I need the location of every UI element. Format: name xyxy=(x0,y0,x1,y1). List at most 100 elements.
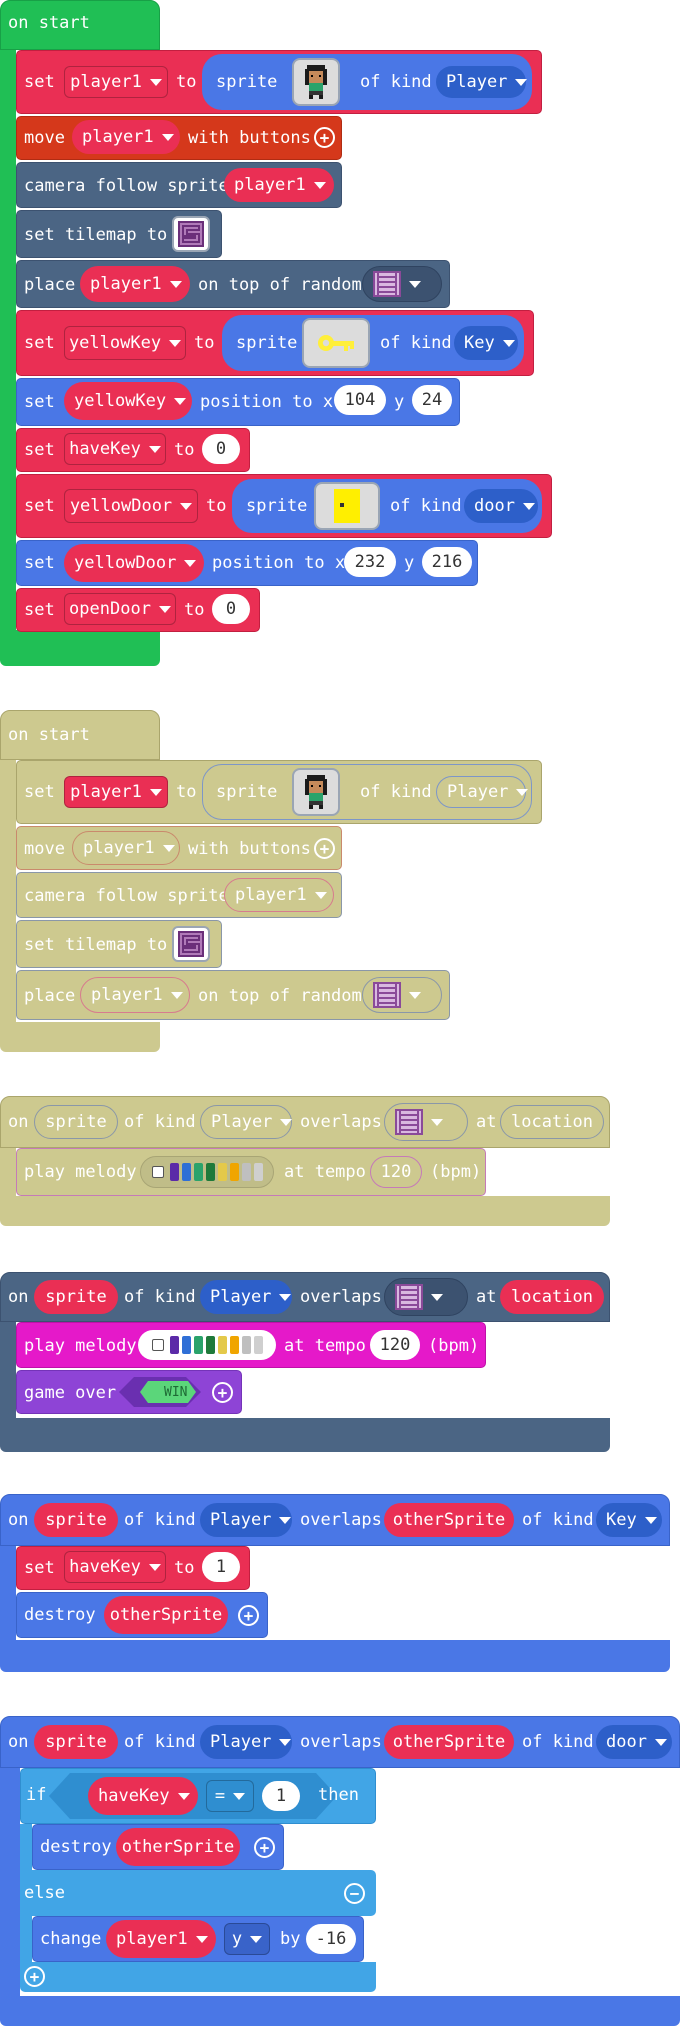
add-icon[interactable]: + xyxy=(314,127,335,148)
tempo-input[interactable]: 120 xyxy=(370,1156,422,1188)
player-kind-label: Player xyxy=(211,1112,273,1132)
else-row[interactable] xyxy=(20,1870,376,1916)
kind-key-dropdown[interactable]: Key xyxy=(454,326,518,360)
tilemap-image[interactable] xyxy=(172,216,210,252)
player1-variable-dropdown[interactable]: player1 xyxy=(72,120,180,154)
melody-editor[interactable] xyxy=(140,1156,274,1188)
door-sprite-image[interactable] xyxy=(314,482,380,530)
kind-player-dropdown[interactable]: Player xyxy=(200,1105,293,1139)
add-icon[interactable]: + xyxy=(314,838,335,859)
chevron-down-icon xyxy=(170,991,183,999)
add-icon[interactable]: + xyxy=(212,1382,233,1403)
delta-input[interactable]: -16 xyxy=(306,1924,356,1954)
position-to-x-label: position to x xyxy=(212,553,346,573)
key-sprite-image[interactable] xyxy=(302,318,370,368)
location-param-pill[interactable]: location xyxy=(500,1105,604,1139)
sprite-param-pill[interactable]: sprite xyxy=(34,1280,118,1314)
sprite-label: sprite xyxy=(216,72,278,92)
player1-variable-dropdown[interactable]: player1 xyxy=(64,66,168,98)
tempo-input[interactable]: 120 xyxy=(370,1330,420,1360)
player1-label: player1 xyxy=(90,274,162,294)
place-label: place xyxy=(24,275,76,295)
chevron-down-icon xyxy=(174,397,187,405)
melody-note xyxy=(229,1163,239,1181)
othersprite-param-pill[interactable]: otherSprite xyxy=(384,1725,514,1759)
player1-variable-dropdown[interactable]: player1 xyxy=(106,1920,216,1958)
player1-label: player1 xyxy=(70,72,142,92)
othersprite-param-pill[interactable]: otherSprite xyxy=(384,1503,514,1537)
tile-dropdown[interactable] xyxy=(384,1103,468,1141)
player1-variable-dropdown[interactable]: player1 xyxy=(64,776,168,808)
player1-variable-dropdown[interactable]: player1 xyxy=(80,266,190,302)
sprite-label: sprite xyxy=(45,1112,107,1132)
on-label: on xyxy=(8,1510,29,1530)
y-input[interactable]: 24 xyxy=(412,385,452,415)
set-label: set xyxy=(24,72,55,92)
havekey-variable-dropdown[interactable]: haveKey xyxy=(64,433,166,465)
sprite-param-pill[interactable]: sprite xyxy=(34,1105,118,1139)
kind-door-dropdown[interactable]: door xyxy=(464,489,538,523)
player1-variable-dropdown[interactable]: player1 xyxy=(224,878,334,912)
value-input[interactable]: 1 xyxy=(202,1552,240,1582)
sprite-param-pill[interactable]: sprite xyxy=(34,1725,118,1759)
player1-variable-dropdown[interactable]: player1 xyxy=(72,831,180,865)
yellowdoor-variable-dropdown[interactable]: yellowDoor xyxy=(64,489,198,523)
kind-player-dropdown[interactable]: Player xyxy=(436,66,528,98)
overlaps-label: overlaps xyxy=(300,1112,382,1132)
play-melody-label: play melody xyxy=(24,1336,137,1356)
value-input[interactable]: 0 xyxy=(202,434,240,464)
to-label: to xyxy=(176,782,197,802)
othersprite-param-pill[interactable]: otherSprite xyxy=(116,1828,240,1866)
yellowkey-variable-dropdown[interactable]: yellowKey xyxy=(64,382,192,420)
havekey-label: haveKey xyxy=(69,439,141,459)
add-icon[interactable]: + xyxy=(254,1837,275,1858)
win-boolean-slot[interactable] xyxy=(118,1376,202,1408)
kind-key-dropdown[interactable]: Key xyxy=(596,1503,662,1537)
tilemap-image[interactable] xyxy=(172,926,210,962)
location-param-pill[interactable]: location xyxy=(500,1280,604,1314)
chevron-down-icon xyxy=(515,78,528,86)
opendoor-variable-dropdown[interactable]: openDoor xyxy=(64,593,176,625)
key-kind-label: Key xyxy=(464,333,495,353)
sprite-label: sprite xyxy=(45,1732,107,1752)
havekey-variable-dropdown[interactable]: haveKey xyxy=(64,1551,166,1583)
add-else-if-icon[interactable]: + xyxy=(24,1966,45,1987)
location-label: location xyxy=(511,1112,593,1132)
sprite-param-pill[interactable]: sprite xyxy=(34,1503,118,1537)
axis-dropdown[interactable]: y xyxy=(224,1923,270,1955)
melody-editor[interactable] xyxy=(138,1330,276,1360)
yellowdoor-variable-dropdown[interactable]: yellowDoor xyxy=(64,544,204,582)
kind-player-dropdown[interactable]: Player xyxy=(200,1280,292,1314)
x-input[interactable]: 104 xyxy=(334,385,386,415)
othersprite-param-pill[interactable]: otherSprite xyxy=(104,1596,228,1634)
remove-else-icon[interactable]: − xyxy=(344,1883,365,1904)
tile-dropdown[interactable] xyxy=(362,266,442,302)
value-input[interactable]: 0 xyxy=(212,594,250,624)
set-tilemap-label: set tilemap to xyxy=(24,225,168,245)
y-input[interactable]: 216 xyxy=(422,547,472,577)
kind-door-dropdown[interactable]: door xyxy=(596,1725,672,1759)
compare-value-input[interactable]: 1 xyxy=(262,1781,300,1811)
maze-tilemap-icon xyxy=(178,221,204,247)
kind-player-dropdown[interactable]: Player xyxy=(436,776,529,808)
overlaps-tile-body xyxy=(0,1322,16,1418)
melody-note xyxy=(241,1163,251,1181)
operator-dropdown[interactable]: = xyxy=(206,1780,254,1812)
add-icon[interactable]: + xyxy=(238,1605,259,1626)
on-start-footer xyxy=(0,630,160,666)
of-kind-label: of kind xyxy=(124,1732,196,1752)
x-input[interactable]: 232 xyxy=(344,547,396,577)
tile-dropdown[interactable] xyxy=(362,977,442,1013)
player-sprite-image[interactable] xyxy=(292,768,340,816)
player-kind-label: Player xyxy=(210,1510,272,1530)
yellowkey-variable-dropdown[interactable]: yellowKey xyxy=(64,326,186,360)
chevron-down-icon xyxy=(177,1792,190,1800)
player1-variable-dropdown[interactable]: player1 xyxy=(224,168,334,202)
player1-variable-dropdown[interactable]: player1 xyxy=(80,977,190,1013)
havekey-variable-dropdown[interactable]: haveKey xyxy=(88,1777,198,1815)
tile-dropdown[interactable] xyxy=(384,1278,468,1316)
to-label: to xyxy=(174,1558,195,1578)
kind-player-dropdown[interactable]: Player xyxy=(200,1725,292,1759)
kind-player-dropdown[interactable]: Player xyxy=(200,1503,292,1537)
player-sprite-image[interactable] xyxy=(292,58,340,106)
